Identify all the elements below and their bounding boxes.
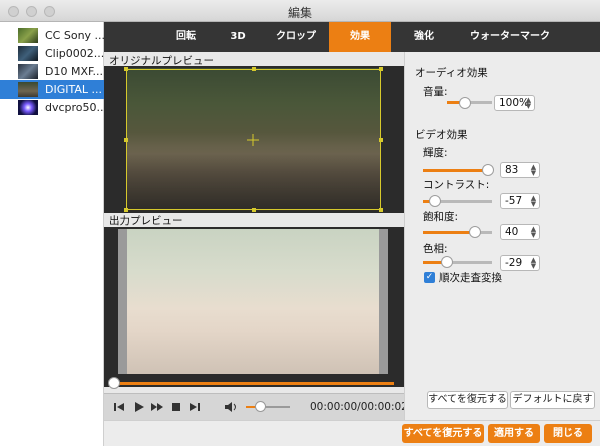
tab-effects[interactable]: 効果: [329, 22, 391, 52]
brightness-slider-handle[interactable]: [482, 164, 494, 176]
saturation-value: 40: [505, 226, 519, 238]
crop-handle[interactable]: [252, 67, 256, 71]
audio-effects-title: オーディオ効果: [415, 67, 488, 79]
brightness-value: 83: [505, 164, 519, 176]
stepper-arrows-icon[interactable]: ▲ ▼: [530, 226, 537, 239]
edit-tab-bar: 回転 3D クロップ 効果 強化 ウォーターマーク: [104, 22, 600, 52]
hue-stepper[interactable]: -29 ▲ ▼: [500, 255, 540, 271]
crosshair-icon: [247, 134, 259, 146]
clip-thumbnail: [18, 82, 38, 97]
crop-handle[interactable]: [379, 67, 383, 71]
output-pillarbox: [118, 229, 127, 374]
hue-slider-handle[interactable]: [441, 256, 453, 268]
timecode: 00:00:00/00:00:02: [310, 401, 408, 413]
saturation-slider-handle[interactable]: [469, 226, 481, 238]
saturation-slider-fill: [423, 231, 473, 234]
stepper-arrows-icon[interactable]: ▲ ▼: [530, 164, 537, 177]
footer-restore-all-button[interactable]: すべてを復元する: [402, 424, 484, 443]
clip-thumbnail: [18, 28, 38, 43]
brightness-label: 輝度:: [423, 147, 448, 159]
contrast-value: -57: [505, 195, 523, 207]
hue-value: -29: [505, 257, 523, 269]
hue-label: 色相:: [423, 243, 448, 255]
brightness-stepper[interactable]: 83 ▲ ▼: [500, 162, 540, 178]
play-icon[interactable]: [132, 400, 146, 414]
apply-button[interactable]: 適用する: [488, 424, 540, 443]
preview-panel: オリジナルプレビュー 出力プレビュー 00:00:00/00:00:02: [104, 52, 408, 446]
clip-name: Clip0002....: [45, 47, 108, 60]
crop-handle[interactable]: [124, 67, 128, 71]
tab-rotate[interactable]: 回転: [158, 22, 214, 52]
crop-handle[interactable]: [124, 138, 128, 142]
audio-volume-stepper[interactable]: 100% ▲ ▼: [494, 95, 535, 111]
tab-enhance[interactable]: 強化: [396, 22, 452, 52]
clip-name: D10 MXF....: [45, 65, 107, 78]
clip-thumbnail: [18, 46, 38, 61]
crop-handle[interactable]: [379, 138, 383, 142]
effects-settings-panel: オーディオ効果 音量: 100% ▲ ▼ ビデオ効果 輝度: 83 ▲ ▼ コントラ…: [404, 52, 600, 446]
clip-item[interactable]: Clip0002....: [0, 44, 108, 63]
clip-item[interactable]: D10 MXF....: [0, 62, 107, 81]
audio-volume-slider-handle[interactable]: [459, 97, 471, 109]
clip-name: DIGITAL ...: [45, 83, 102, 96]
window-title: 編集: [287, 6, 312, 20]
stepper-arrows-icon[interactable]: ▲ ▼: [530, 195, 537, 208]
video-effects-title: ビデオ効果: [415, 129, 468, 141]
playback-progress-track[interactable]: [112, 382, 394, 385]
original-preview: [104, 66, 404, 213]
saturation-label: 飽和度:: [423, 211, 459, 223]
fast-forward-icon[interactable]: [150, 400, 164, 414]
crop-handle[interactable]: [124, 208, 128, 212]
volume-icon[interactable]: [224, 400, 238, 414]
clip-item[interactable]: dvcpro50....: [0, 98, 111, 117]
output-video-frame: [118, 229, 388, 374]
skip-back-icon[interactable]: [112, 400, 126, 414]
close-button[interactable]: 閉じる: [544, 424, 592, 443]
brightness-slider-fill: [423, 169, 486, 172]
playback-progress-handle[interactable]: [108, 377, 120, 389]
clip-list: CC Sony ... Clip0002.... D10 MXF.... DIG…: [0, 22, 111, 446]
clip-thumbnail: [18, 100, 38, 115]
clip-name: CC Sony ...: [45, 29, 106, 42]
skip-forward-icon[interactable]: [188, 400, 202, 414]
tab-crop[interactable]: クロップ: [264, 22, 328, 52]
clip-thumbnail: [18, 64, 38, 79]
tab-3d[interactable]: 3D: [218, 22, 258, 52]
stop-icon[interactable]: [169, 400, 183, 414]
title-bar: 編集: [0, 0, 600, 22]
stepper-arrows-icon[interactable]: ▲ ▼: [530, 257, 537, 270]
footer-bar: すべてを復元する 適用する 閉じる: [104, 420, 600, 446]
deinterlace-label: 順次走査変換: [439, 272, 502, 284]
clip-item[interactable]: CC Sony ...: [0, 26, 106, 45]
crop-handle[interactable]: [379, 208, 383, 212]
contrast-stepper[interactable]: -57 ▲ ▼: [500, 193, 540, 209]
crop-handle[interactable]: [252, 208, 256, 212]
clip-item-selected[interactable]: DIGITAL ...: [0, 80, 104, 99]
restore-defaults-button[interactable]: デフォルトに戻す: [510, 391, 595, 409]
playback-controls: 00:00:00/00:00:02: [104, 393, 408, 420]
output-preview-label: 出力プレビュー: [109, 215, 183, 227]
stepper-arrows-icon[interactable]: ▲ ▼: [525, 97, 532, 110]
panel-restore-all-button[interactable]: すべてを復元する: [427, 391, 508, 409]
saturation-stepper[interactable]: 40 ▲ ▼: [500, 224, 540, 240]
output-pillarbox: [379, 229, 388, 374]
volume-label: 音量:: [423, 86, 448, 98]
output-preview: [104, 227, 404, 387]
tab-watermark[interactable]: ウォーターマーク: [452, 22, 568, 52]
deinterlace-checkbox[interactable]: ✓: [424, 272, 435, 283]
contrast-label: コントラスト:: [423, 179, 490, 191]
clip-name: dvcpro50....: [45, 101, 111, 114]
contrast-slider-handle[interactable]: [429, 195, 441, 207]
volume-slider-handle[interactable]: [255, 401, 266, 412]
